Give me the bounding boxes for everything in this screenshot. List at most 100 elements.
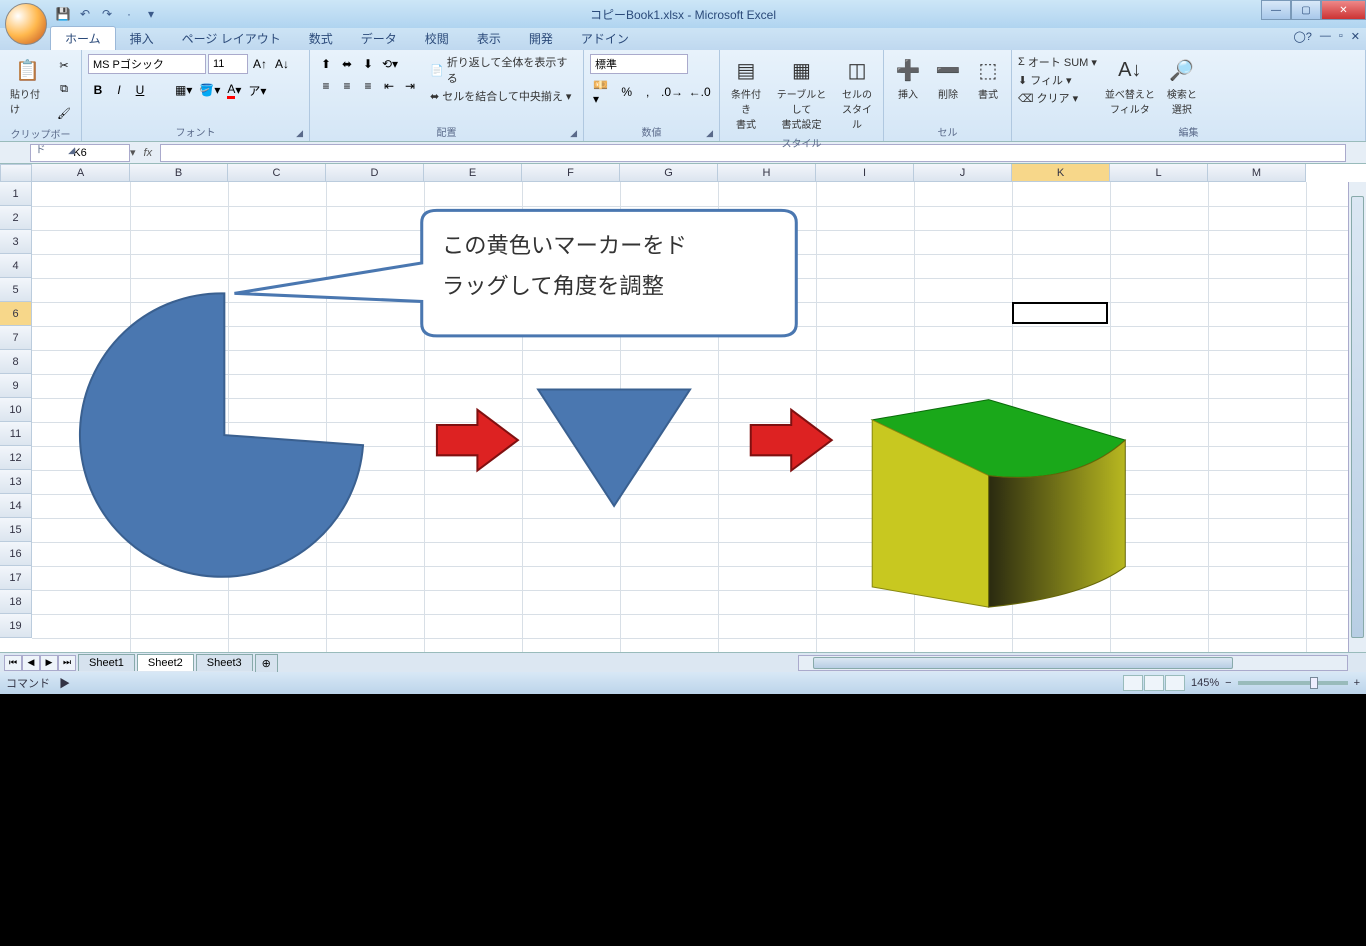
dialog-launcher-icon[interactable]: ◢ <box>68 145 75 156</box>
comma-icon[interactable]: , <box>638 82 658 102</box>
row-header[interactable]: 13 <box>0 470 32 494</box>
phonetic-button[interactable]: ア▾ <box>245 80 269 100</box>
column-header[interactable]: D <box>326 164 424 182</box>
normal-view-icon[interactable] <box>1123 675 1143 691</box>
tab-view[interactable]: 表示 <box>463 27 515 50</box>
save-icon[interactable]: 💾 <box>55 6 71 22</box>
horizontal-scrollbar[interactable] <box>798 655 1348 671</box>
new-sheet-icon[interactable]: ⊕ <box>255 654 278 672</box>
indent-decrease-icon[interactable]: ⇤ <box>379 76 399 96</box>
shrink-font-icon[interactable]: A↓ <box>272 54 292 74</box>
row-header[interactable]: 1 <box>0 182 32 206</box>
delete-cells-button[interactable]: ➖削除 <box>930 54 966 103</box>
orientation-icon[interactable]: ⟲▾ <box>379 54 401 74</box>
underline-button[interactable]: U <box>130 80 150 100</box>
row-header[interactable]: 12 <box>0 446 32 470</box>
clear-button[interactable]: ⌫ クリア ▾ <box>1018 90 1097 106</box>
column-headers[interactable]: ABCDEFGHIJKLM <box>32 164 1306 182</box>
sort-filter-button[interactable]: A↓並べ替えと フィルタ <box>1101 54 1159 118</box>
last-sheet-icon[interactable]: ⏭ <box>58 655 76 671</box>
name-box-dropdown-icon[interactable]: ▾ <box>130 146 136 159</box>
italic-button[interactable]: I <box>109 80 129 100</box>
align-right-icon[interactable]: ≡ <box>358 76 378 96</box>
active-cell[interactable] <box>1012 302 1108 324</box>
format-as-table-button[interactable]: ▦テーブルとして 書式設定 <box>770 54 833 133</box>
row-header[interactable]: 4 <box>0 254 32 278</box>
restore-window-icon[interactable]: ▫ <box>1339 30 1343 43</box>
first-sheet-icon[interactable]: ⏮ <box>4 655 22 671</box>
minimize-button[interactable]: — <box>1261 0 1291 20</box>
dialog-launcher-icon[interactable]: ◢ <box>706 128 713 139</box>
zoom-slider[interactable] <box>1238 681 1348 685</box>
cell-styles-button[interactable]: ◫セルの スタイル <box>837 54 877 133</box>
row-header[interactable]: 16 <box>0 542 32 566</box>
column-header[interactable]: K <box>1012 164 1110 182</box>
page-break-view-icon[interactable] <box>1165 675 1185 691</box>
close-workbook-icon[interactable]: ✕ <box>1351 30 1360 43</box>
column-header[interactable]: I <box>816 164 914 182</box>
font-size-combo[interactable] <box>208 54 248 74</box>
redo-icon[interactable]: ↷ <box>99 6 115 22</box>
row-header[interactable]: 14 <box>0 494 32 518</box>
find-select-button[interactable]: 🔎検索と 選択 <box>1163 54 1201 118</box>
column-header[interactable]: F <box>522 164 620 182</box>
wrap-text-button[interactable]: 📄 折り返して全体を表示する <box>430 54 577 86</box>
new-icon[interactable]: ▾ <box>143 6 159 22</box>
grow-font-icon[interactable]: A↑ <box>250 54 270 74</box>
tab-home[interactable]: ホーム <box>50 26 116 50</box>
column-header[interactable]: C <box>228 164 326 182</box>
macro-record-icon[interactable]: ▶ <box>59 678 70 690</box>
percent-icon[interactable]: % <box>617 82 637 102</box>
row-headers[interactable]: 12345678910111213141516171819 <box>0 182 32 638</box>
align-center-icon[interactable]: ≡ <box>337 76 357 96</box>
insert-cells-button[interactable]: ➕挿入 <box>890 54 926 103</box>
column-header[interactable]: G <box>620 164 718 182</box>
copy-icon[interactable]: ⧉ <box>53 78 75 100</box>
fx-icon[interactable]: fx <box>144 147 153 159</box>
column-header[interactable]: A <box>32 164 130 182</box>
fill-button[interactable]: ⬇ フィル ▾ <box>1018 72 1097 88</box>
row-header[interactable]: 18 <box>0 590 32 614</box>
align-left-icon[interactable]: ≡ <box>316 76 336 96</box>
next-sheet-icon[interactable]: ▶ <box>40 655 58 671</box>
row-header[interactable]: 9 <box>0 374 32 398</box>
conditional-format-button[interactable]: ▤条件付き 書式 <box>726 54 766 133</box>
zoom-in-icon[interactable]: + <box>1354 677 1360 689</box>
dialog-launcher-icon[interactable]: ◢ <box>296 128 303 139</box>
column-header[interactable]: H <box>718 164 816 182</box>
row-header[interactable]: 5 <box>0 278 32 302</box>
tab-data[interactable]: データ <box>347 27 411 50</box>
sheet-tab-3[interactable]: Sheet3 <box>196 654 253 671</box>
bold-button[interactable]: B <box>88 80 108 100</box>
align-bottom-icon[interactable]: ⬇ <box>358 54 378 74</box>
sheet-tab-2[interactable]: Sheet2 <box>137 654 194 671</box>
prev-sheet-icon[interactable]: ◀ <box>22 655 40 671</box>
page-layout-view-icon[interactable] <box>1144 675 1164 691</box>
cut-icon[interactable]: ✂ <box>53 54 75 76</box>
office-button[interactable] <box>5 3 47 45</box>
fill-color-button[interactable]: 🪣▾ <box>196 80 223 100</box>
font-name-combo[interactable] <box>88 54 206 74</box>
close-button[interactable]: ✕ <box>1321 0 1366 20</box>
zoom-out-icon[interactable]: − <box>1225 677 1231 689</box>
dialog-launcher-icon[interactable]: ◢ <box>570 128 577 139</box>
align-top-icon[interactable]: ⬆ <box>316 54 336 74</box>
row-header[interactable]: 19 <box>0 614 32 638</box>
tab-page-layout[interactable]: ページ レイアウト <box>168 27 295 50</box>
row-header[interactable]: 15 <box>0 518 32 542</box>
decrease-decimal-icon[interactable]: ←.0 <box>686 82 713 102</box>
autosum-button[interactable]: Σ オート SUM ▾ <box>1018 54 1097 70</box>
row-header[interactable]: 8 <box>0 350 32 374</box>
maximize-button[interactable]: ▢ <box>1291 0 1321 20</box>
zoom-level[interactable]: 145% <box>1191 677 1219 689</box>
row-header[interactable]: 11 <box>0 422 32 446</box>
help-icon[interactable]: ◯? <box>1293 30 1311 43</box>
border-button[interactable]: ▦▾ <box>172 80 195 100</box>
vertical-scrollbar[interactable] <box>1348 182 1366 652</box>
select-all-corner[interactable] <box>0 164 32 182</box>
paste-button[interactable]: 📋 貼り付け <box>6 54 49 118</box>
row-header[interactable]: 17 <box>0 566 32 590</box>
tab-insert[interactable]: 挿入 <box>116 27 168 50</box>
column-header[interactable]: B <box>130 164 228 182</box>
minimize-ribbon-icon[interactable]: — <box>1320 30 1331 43</box>
